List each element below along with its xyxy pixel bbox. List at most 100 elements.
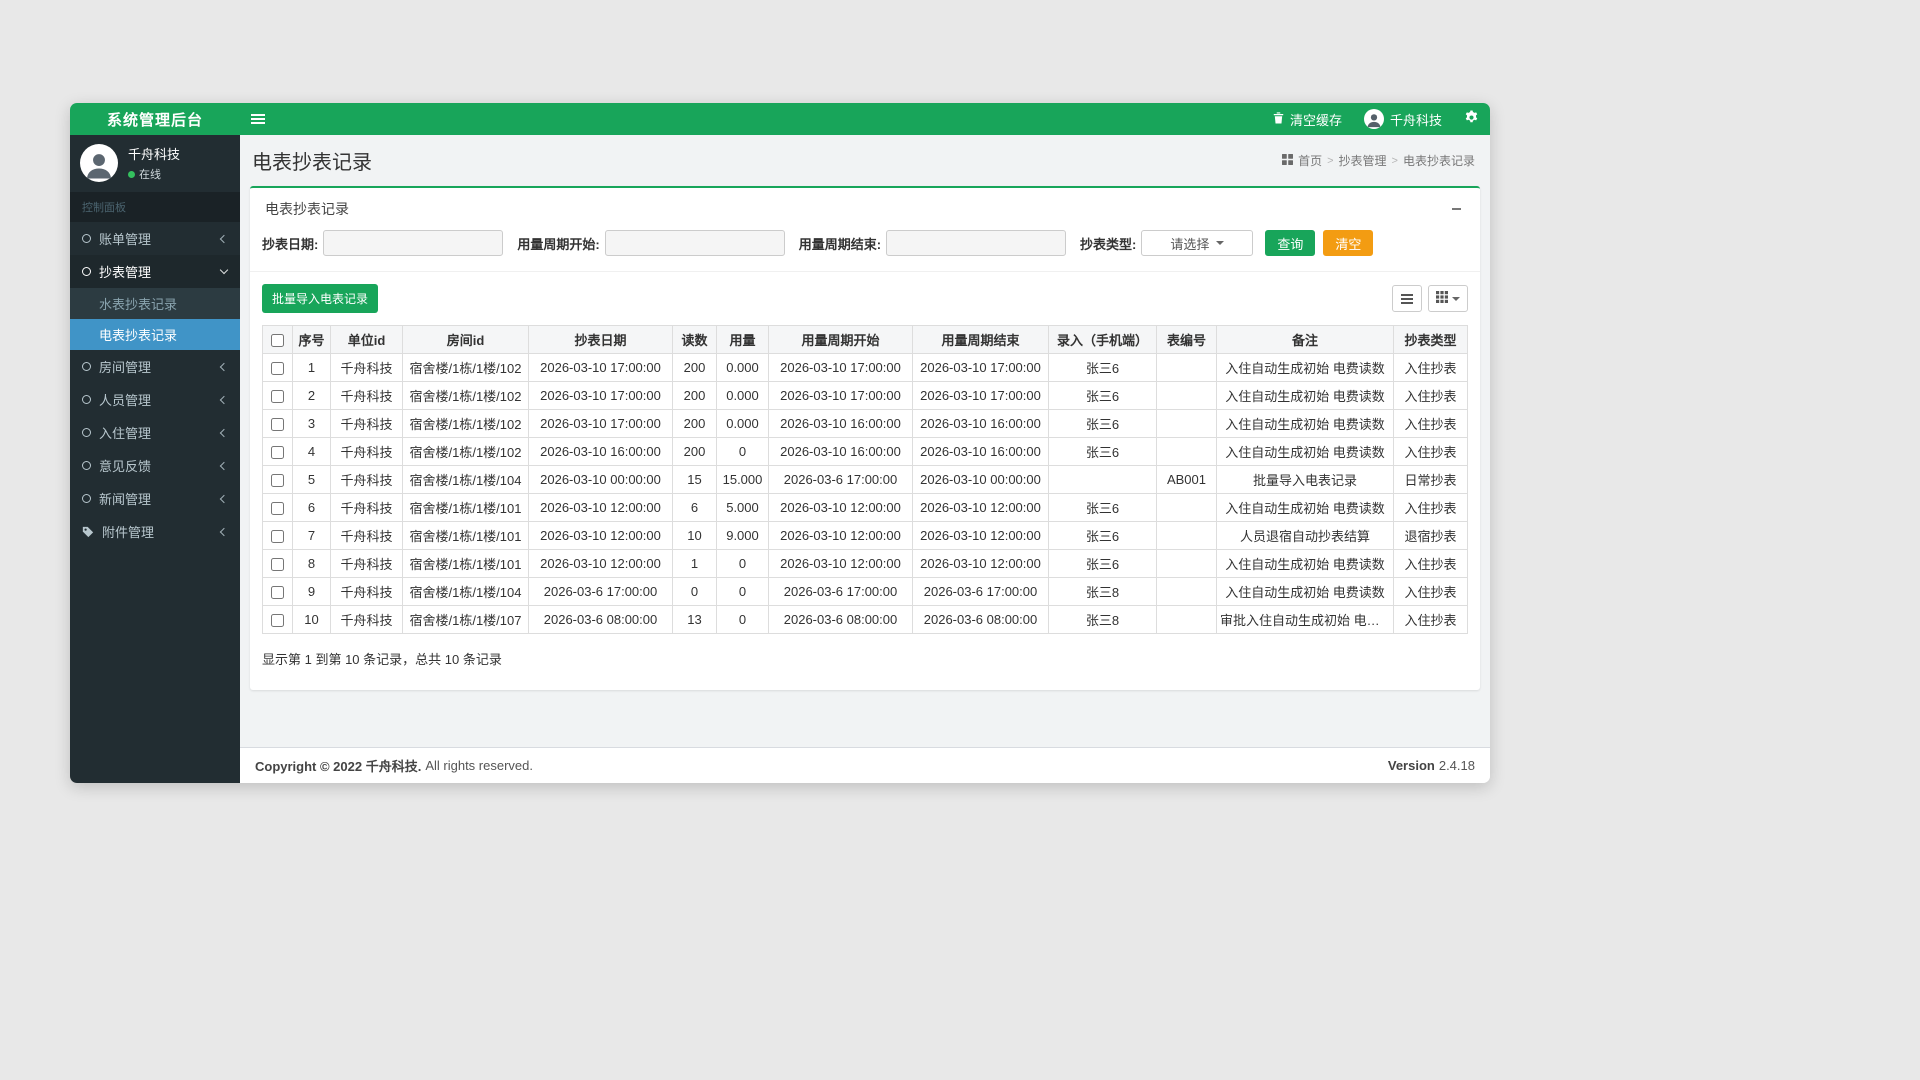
row-checkbox[interactable] (271, 390, 284, 404)
settings-button[interactable] (1453, 103, 1490, 135)
table-row: 6 千舟科技 宿舍楼/1栋/1楼/101 2026-03-10 12:00:00 6 5.… (262, 493, 1468, 522)
breadcrumb: 首页 > 抄表管理 > 电表抄表记录 (1282, 152, 1475, 169)
clear-button[interactable]: 清空 (1323, 230, 1374, 256)
checkbox-cell (262, 465, 293, 494)
sidebar-item[interactable]: 抄表管理 (70, 255, 240, 288)
panel-collapse-button[interactable] (1447, 200, 1465, 218)
version-label: Version (1387, 758, 1435, 773)
user-menu[interactable]: 千舟科技 (1353, 103, 1453, 135)
circle-icon (82, 494, 91, 503)
sidebar-item[interactable]: 入住管理 (70, 416, 240, 449)
table-cell: 宿舍楼/1栋/1楼/102 (402, 353, 529, 382)
sidebar-subitem[interactable]: 水表抄表记录 (70, 288, 240, 319)
table-row: 3 千舟科技 宿舍楼/1栋/1楼/102 2026-03-10 17:00:00 200… (262, 409, 1468, 438)
checkbox-column-header (262, 325, 293, 354)
select-all-checkbox[interactable] (271, 334, 284, 348)
sidebar-item-label: 意见反馈 (99, 459, 152, 474)
row-checkbox[interactable] (271, 558, 284, 572)
clear-cache-button[interactable]: 清空缓存 (1262, 103, 1353, 135)
table-cell: 5 (292, 465, 331, 494)
column-header: 单位id (330, 325, 403, 354)
search-button[interactable]: 查询 (1265, 230, 1316, 256)
toggle-view-button[interactable] (1392, 285, 1422, 312)
columns-dropdown-button[interactable] (1428, 285, 1468, 312)
checkbox-cell (262, 605, 293, 634)
sidebar-item[interactable]: 房间管理 (70, 350, 240, 383)
table-cell: 200 (672, 409, 717, 438)
table-cell: 2026-03-10 12:00:00 (912, 493, 1049, 522)
caret-down-icon (1452, 296, 1460, 301)
navbar-main: 清空缓存 千舟科技 (240, 103, 1490, 135)
sidebar-item[interactable]: 新闻管理 (70, 482, 240, 515)
table-cell: 千舟科技 (330, 409, 403, 438)
column-header: 录入（手机端） (1048, 325, 1157, 354)
table-cell: 入住抄表 (1393, 353, 1468, 382)
circle-icon (82, 267, 91, 276)
sidebar-item[interactable]: 意见反馈 (70, 449, 240, 482)
row-checkbox[interactable] (271, 474, 284, 488)
sidebar-item[interactable]: 附件管理 (70, 515, 240, 548)
row-checkbox[interactable] (271, 586, 284, 600)
table-cell: 2026-03-10 17:00:00 (528, 381, 673, 410)
user-avatar-icon (80, 144, 118, 182)
row-checkbox[interactable] (271, 446, 284, 460)
filter-meter-date: 抄表日期: (262, 230, 504, 256)
table-cell: 2026-03-10 12:00:00 (912, 549, 1049, 578)
meter-date-input[interactable] (323, 230, 504, 256)
pagination-summary: 显示第 1 到第 10 条记录，总共 10 条记录 (262, 652, 502, 667)
footer-version: Version 2.4.18 (1388, 758, 1475, 773)
row-checkbox[interactable] (271, 362, 284, 376)
chevron-left-icon (219, 428, 229, 437)
bulk-import-button[interactable]: 批量导入电表记录 (262, 284, 379, 313)
breadcrumb-home[interactable]: 首页 (1298, 152, 1322, 169)
table-cell: 2026-03-10 12:00:00 (768, 549, 913, 578)
online-dot-icon (128, 170, 135, 178)
table-cell: 入住抄表 (1393, 493, 1468, 522)
sidebar-user-panel: 千舟科技 在线 (70, 135, 240, 192)
records-table: 序号 单位id 房间id 抄表日期 读数 用量 用量周期开始 用量周期结束 录入（手机端） 表编号… (262, 325, 1468, 634)
sidebar-item[interactable]: 人员管理 (70, 383, 240, 416)
table-cell: 张三8 (1048, 605, 1157, 634)
column-header: 表编号 (1156, 325, 1217, 354)
period-end-input[interactable] (886, 230, 1067, 256)
row-checkbox[interactable] (271, 418, 284, 432)
footer: Copyright © 2022 千舟科技. All rights reserv… (240, 747, 1490, 783)
row-checkbox[interactable] (271, 530, 284, 544)
table-cell (1156, 437, 1217, 466)
row-checkbox[interactable] (271, 614, 284, 628)
sidebar-submenu: 水表抄表记录 电表抄表记录 (70, 288, 240, 350)
row-checkbox[interactable] (271, 502, 284, 516)
sidebar-item[interactable]: 账单管理 (70, 222, 240, 255)
chevron-down-icon (219, 265, 229, 275)
footer-copyright: Copyright © 2022 千舟科技. All rights reserv… (255, 756, 533, 775)
column-header: 读数 (672, 325, 717, 354)
column-header: 用量 (716, 325, 769, 354)
table-cell: 2026-03-10 17:00:00 (768, 353, 913, 382)
table-cell: 审批入住自动生成初始 电费读数 (1216, 605, 1394, 634)
column-header: 用量周期开始 (768, 325, 913, 354)
table-cell: 张三8 (1048, 577, 1157, 606)
table-cell: 5.000 (716, 493, 769, 522)
period-start-input[interactable] (604, 230, 785, 256)
breadcrumb-parent[interactable]: 抄表管理 (1339, 152, 1387, 169)
sidebar-subitem[interactable]: 电表抄表记录 (70, 319, 240, 350)
sidebar-user-info: 千舟科技 在线 (128, 144, 180, 182)
table-cell: 千舟科技 (330, 381, 403, 410)
table-cell: 15.000 (716, 465, 769, 494)
sidebar-menu: 账单管理抄表管理 水表抄表记录 电表抄表记录 房间管理 人员管理 入住管理意见反馈新闻管理… (70, 222, 240, 548)
navbar-user-name: 千舟科技 (1389, 112, 1442, 128)
filter-label: 用量周期开始: (517, 236, 600, 252)
table-cell: 3 (292, 409, 331, 438)
table-row: 9 千舟科技 宿舍楼/1栋/1楼/104 2026-03-6 17:00:00 0 0 20… (262, 577, 1468, 606)
table-cell: 2026-03-10 12:00:00 (528, 549, 673, 578)
meter-type-select[interactable]: 请选择 (1141, 230, 1254, 256)
table-cell: 2026-03-10 12:00:00 (768, 493, 913, 522)
sidebar-item-label: 附件管理 (102, 525, 155, 540)
sidebar-toggle-button[interactable] (240, 103, 276, 135)
checkbox-cell (262, 381, 293, 410)
table-cell: 千舟科技 (330, 605, 403, 634)
table-cell: 2026-03-10 17:00:00 (912, 353, 1049, 382)
chevron-left-icon (219, 494, 229, 503)
table-cell: 13 (672, 605, 717, 634)
sidebar-item-label: 账单管理 (99, 232, 152, 247)
